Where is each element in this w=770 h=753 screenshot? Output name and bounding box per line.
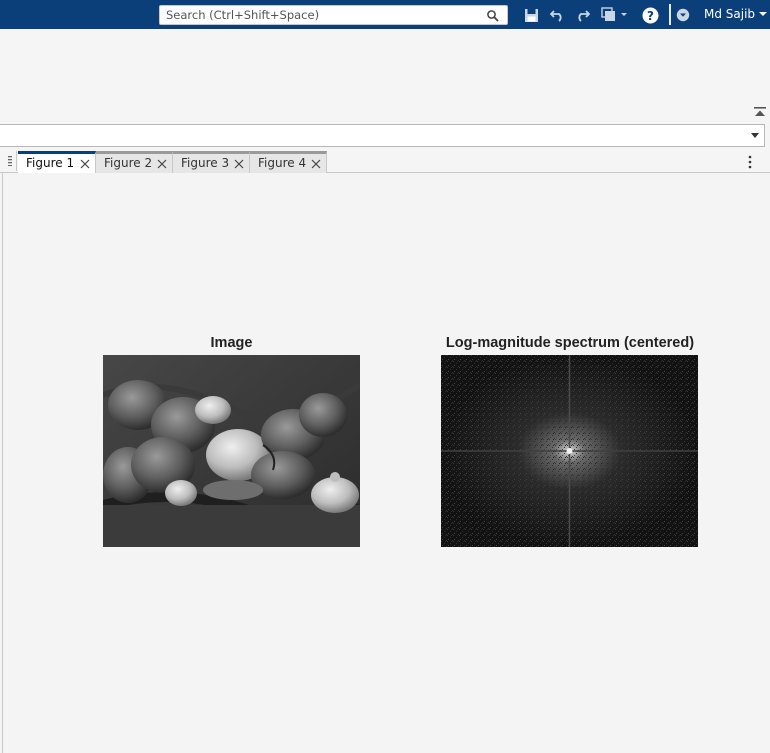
tab-label: Figure 1	[26, 156, 75, 170]
tab-figure-3[interactable]: Figure 3	[173, 151, 250, 173]
tab-label: Figure 4	[258, 156, 307, 170]
switch-windows-icon[interactable]	[600, 5, 632, 25]
search-placeholder: Search (Ctrl+Shift+Space)	[166, 8, 320, 22]
redo-icon[interactable]	[572, 5, 592, 25]
close-icon[interactable]	[157, 159, 167, 169]
more-options-icon[interactable]	[744, 154, 756, 170]
chevron-down-icon[interactable]	[750, 132, 760, 140]
grayscale-image	[103, 355, 360, 547]
help-icon[interactable]: ?	[640, 5, 660, 25]
svg-text:?: ?	[647, 9, 654, 23]
tab-figure-1[interactable]: Figure 1	[18, 151, 96, 174]
search-icon[interactable]	[486, 9, 500, 23]
drag-handle-icon[interactable]	[3, 151, 17, 171]
search-input[interactable]: Search (Ctrl+Shift+Space)	[159, 5, 508, 25]
tab-figure-4[interactable]: Figure 4	[250, 151, 327, 173]
chevron-down-icon[interactable]	[757, 8, 769, 20]
toolbar-divider	[669, 4, 671, 25]
right-axes-title: Log-magnitude spectrum (centered)	[445, 335, 695, 351]
community-icon[interactable]	[673, 5, 693, 25]
close-icon[interactable]	[234, 159, 244, 169]
close-icon[interactable]	[80, 159, 90, 169]
tab-label: Figure 3	[181, 156, 230, 170]
current-folder-bar[interactable]	[0, 124, 765, 147]
collapse-ribbon-icon[interactable]	[753, 106, 767, 120]
ribbon-area	[0, 29, 770, 124]
spectrum-image	[441, 355, 698, 547]
undo-icon[interactable]	[548, 5, 568, 25]
tab-label: Figure 2	[104, 156, 153, 170]
close-icon[interactable]	[311, 159, 321, 169]
save-icon[interactable]	[521, 5, 541, 25]
top-toolbar: Search (Ctrl+Shift+Space) ? Md Sajib	[0, 0, 770, 29]
tab-figure-2[interactable]: Figure 2	[96, 151, 173, 173]
user-name[interactable]: Md Sajib	[704, 7, 755, 21]
left-axes-title: Image	[210, 335, 253, 351]
